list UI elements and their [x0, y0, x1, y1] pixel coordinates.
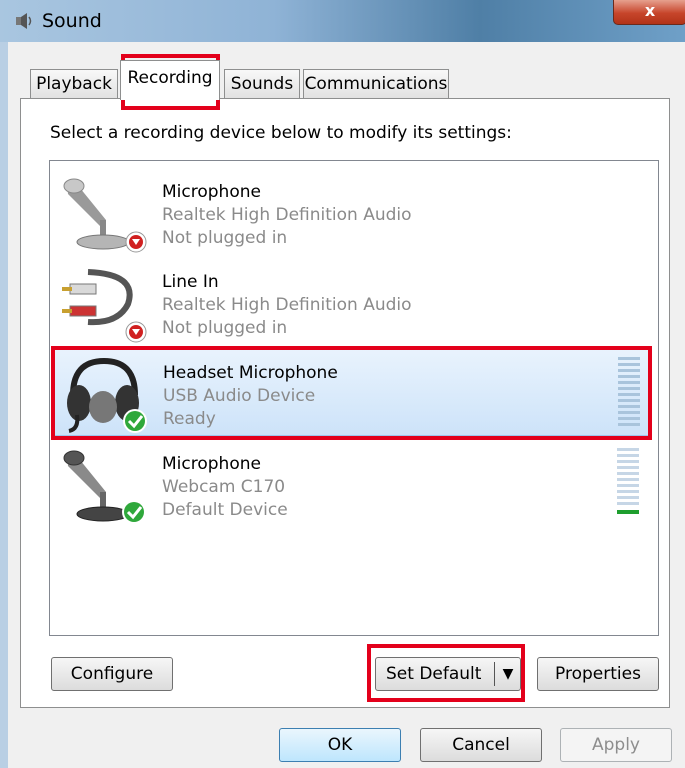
device-status: Ready	[163, 409, 216, 429]
device-name: Microphone	[162, 182, 261, 202]
line-in-cable-icon	[62, 269, 147, 343]
device-name: Headset Microphone	[163, 363, 338, 383]
set-default-button[interactable]: Set Default ▼	[375, 657, 521, 691]
device-name: Line In	[162, 272, 219, 292]
device-status: Not plugged in	[162, 228, 288, 248]
device-driver: Webcam C170	[162, 477, 286, 497]
title-bar: Sound x	[0, 0, 685, 42]
chevron-down-icon[interactable]: ▼	[498, 658, 518, 690]
device-driver: Realtek High Definition Audio	[162, 295, 412, 315]
device-row-headset-microphone[interactable]: Headset Microphone USB Audio Device Read…	[52, 348, 652, 436]
level-meter	[617, 448, 639, 514]
device-row-microphone-realtek[interactable]: Microphone Realtek High Definition Audio…	[52, 168, 652, 256]
properties-button[interactable]: Properties	[537, 657, 659, 691]
check-badge-icon	[124, 502, 144, 522]
level-meter	[618, 357, 640, 426]
headset-icon	[67, 357, 147, 433]
device-row-microphone-webcam[interactable]: Microphone Webcam C170 Default Device	[52, 440, 652, 528]
close-button[interactable]: x	[613, 0, 685, 25]
apply-button[interactable]: Apply	[560, 728, 672, 762]
cancel-button[interactable]: Cancel	[420, 728, 542, 762]
microphone-icon	[63, 178, 147, 253]
instruction-text: Select a recording device below to modif…	[50, 123, 512, 143]
device-status: Not plugged in	[162, 318, 288, 338]
device-driver: USB Audio Device	[163, 386, 316, 406]
speaker-icon	[16, 13, 32, 29]
window-border	[0, 42, 8, 768]
tab-playback[interactable]: Playback	[30, 69, 118, 99]
device-row-line-in[interactable]: Line In Realtek High Definition Audio No…	[52, 258, 652, 346]
device-name: Microphone	[162, 454, 261, 474]
tab-communications[interactable]: Communications	[303, 69, 449, 99]
configure-button[interactable]: Configure	[51, 657, 173, 691]
device-status: Default Device	[162, 500, 288, 520]
device-driver: Realtek High Definition Audio	[162, 205, 412, 225]
tab-recording[interactable]: Recording	[120, 60, 220, 100]
microphone-icon	[63, 450, 146, 524]
tab-sounds[interactable]: Sounds	[224, 69, 300, 99]
set-default-label: Set Default	[386, 664, 482, 684]
check-badge-icon	[125, 411, 145, 431]
window-title: Sound	[42, 10, 102, 32]
ok-button[interactable]: OK	[279, 728, 401, 762]
split-divider	[494, 662, 495, 686]
